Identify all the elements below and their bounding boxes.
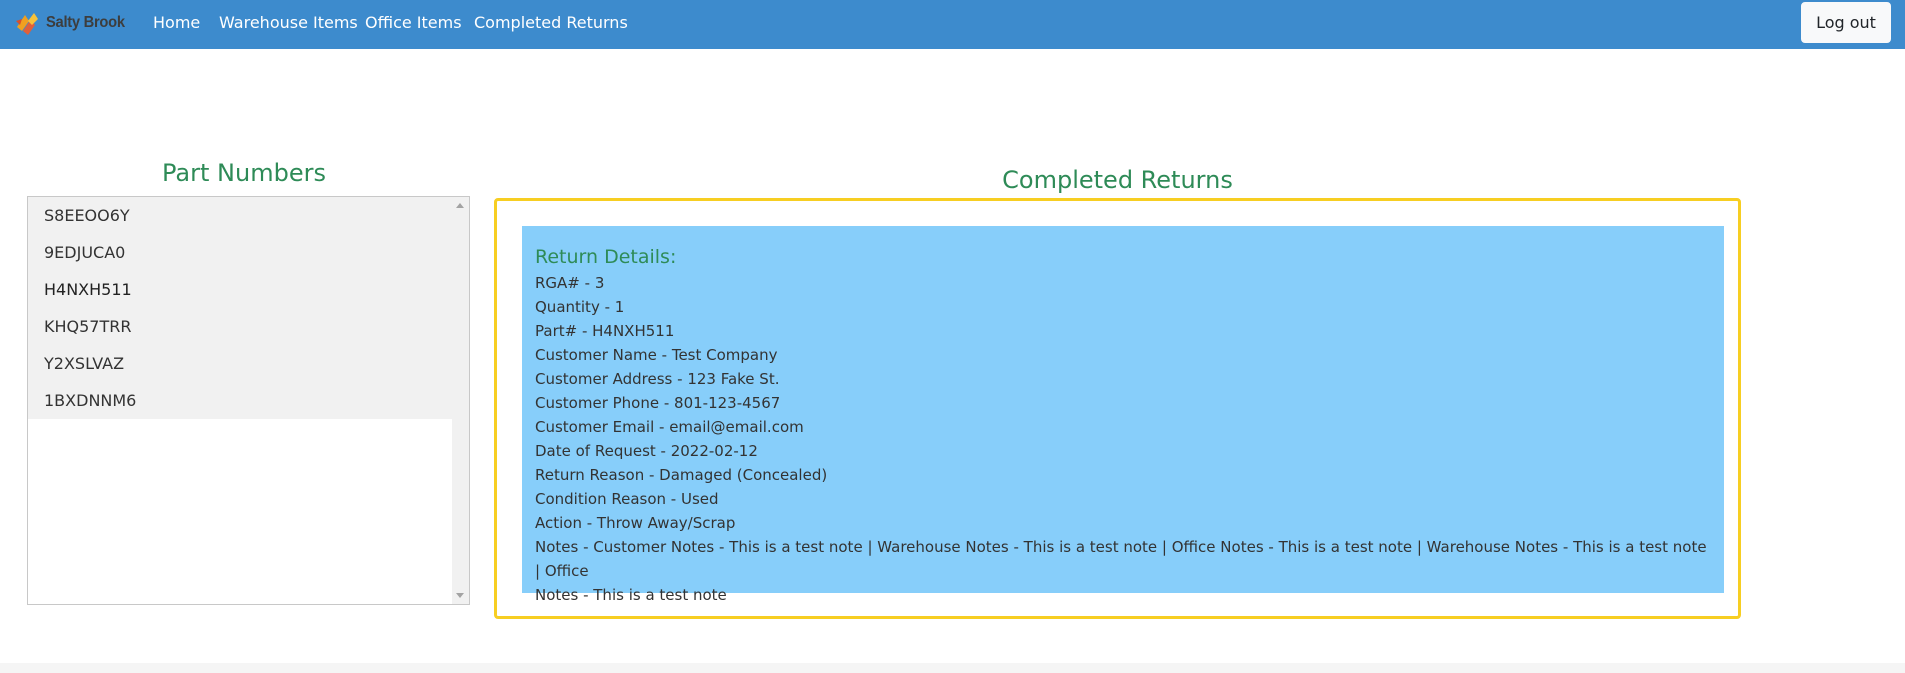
- part-list-items: S8EEOO6Y 9EDJUCA0 H4NXH511 KHQ57TRR Y2XS…: [28, 197, 453, 419]
- return-details-card: Return Details: RGA# - 3 Quantity - 1 Pa…: [522, 226, 1724, 604]
- scroll-up-arrow-icon[interactable]: [456, 203, 464, 208]
- detail-quantity: Quantity - 1: [535, 298, 625, 316]
- nav-warehouse-items[interactable]: Warehouse Items: [219, 13, 358, 32]
- nav-completed-returns[interactable]: Completed Returns: [474, 13, 628, 32]
- footer-strip: [0, 663, 1905, 673]
- detail-condition-reason: Condition Reason - Used: [535, 490, 719, 508]
- detail-rga: RGA# - 3: [535, 274, 605, 292]
- completed-returns-panel: Return Details: RGA# - 3 Quantity - 1 Pa…: [494, 198, 1741, 619]
- detail-notes-continued: Notes - This is a test note: [535, 586, 727, 604]
- completed-returns-heading: Completed Returns: [1002, 166, 1233, 194]
- nav-office-items[interactable]: Office Items: [365, 13, 462, 32]
- detail-customer-phone: Customer Phone - 801-123-4567: [535, 394, 781, 412]
- nav-home[interactable]: Home: [153, 13, 200, 32]
- part-item[interactable]: S8EEOO6Y: [28, 197, 453, 234]
- part-numbers-heading: Part Numbers: [162, 159, 326, 187]
- part-item[interactable]: KHQ57TRR: [28, 308, 453, 345]
- part-item[interactable]: 9EDJUCA0: [28, 234, 453, 271]
- detail-notes: Notes - Customer Notes - This is a test …: [535, 538, 1707, 580]
- detail-customer-address: Customer Address - 123 Fake St.: [535, 370, 780, 388]
- part-item-selected[interactable]: H4NXH511: [28, 271, 453, 308]
- top-navbar: Salty Brook Home Warehouse Items Office …: [0, 0, 1905, 49]
- detail-customer-name: Customer Name - Test Company: [535, 346, 778, 364]
- part-item[interactable]: 1BXDNNM6: [28, 382, 453, 419]
- part-item[interactable]: Y2XSLVAZ: [28, 345, 453, 382]
- brand-name: Salty Brook: [46, 14, 125, 31]
- salty-brook-logo-icon: [16, 13, 38, 35]
- scroll-down-arrow-icon[interactable]: [456, 593, 464, 598]
- detail-customer-email: Customer Email - email@email.com: [535, 418, 804, 436]
- detail-return-reason: Return Reason - Damaged (Concealed): [535, 466, 828, 484]
- detail-date-of-request: Date of Request - 2022-02-12: [535, 442, 758, 460]
- list-scrollbar[interactable]: [452, 197, 469, 604]
- part-numbers-list[interactable]: S8EEOO6Y 9EDJUCA0 H4NXH511 KHQ57TRR Y2XS…: [27, 196, 470, 605]
- return-details-title: Return Details:: [535, 246, 677, 268]
- detail-part-number: Part# - H4NXH511: [535, 322, 675, 340]
- logout-button[interactable]: Log out: [1801, 2, 1891, 43]
- brand[interactable]: Salty Brook: [14, 9, 132, 37]
- detail-action: Action - Throw Away/Scrap: [535, 514, 736, 532]
